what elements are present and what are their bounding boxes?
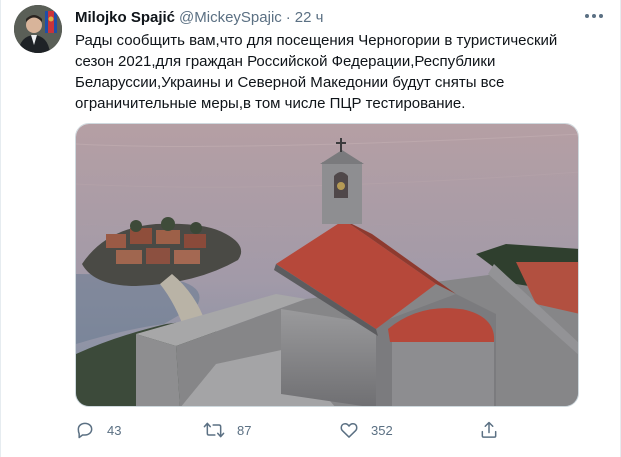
retweet-count: 87: [237, 422, 252, 438]
more-options-button[interactable]: [582, 4, 606, 28]
author-name[interactable]: Milojko Spajić: [75, 9, 175, 26]
tweet-timestamp[interactable]: 22 ч: [295, 9, 324, 26]
author-handle[interactable]: @MickeySpajic: [179, 9, 282, 26]
avatar[interactable]: [14, 5, 62, 53]
tweet-text-line: Беларуссии,Украины и Северной Македонии …: [75, 74, 505, 91]
tweet-actions: 43 87 352: [75, 418, 515, 442]
retweet-arrows-icon: [203, 422, 225, 438]
tweet-text-line: Рады сообщить вам,что для посещения Черн…: [75, 32, 558, 49]
reply-button[interactable]: 43: [75, 418, 121, 442]
like-count: 352: [371, 422, 393, 438]
heart-icon: [340, 423, 358, 438]
retweet-button[interactable]: 87: [203, 418, 251, 442]
separator-dot: ·: [285, 8, 291, 26]
tweet-card[interactable]: Milojko Spajić @MickeySpajic · 22 ч Рады…: [0, 0, 621, 457]
tweet-text-line: сезон 2021,для граждан Российской Федера…: [75, 53, 496, 70]
reply-bubble-icon: [77, 422, 93, 439]
tweet-text: Рады сообщить вам,что для посещения Черн…: [75, 30, 583, 114]
tweet-text-line: ограничительные меры,в том числе ПЦР тес…: [75, 95, 466, 112]
tweet-photo[interactable]: [75, 123, 579, 407]
like-button[interactable]: 352: [339, 418, 393, 442]
more-dots-icon: [585, 14, 603, 18]
share-upload-icon: [481, 421, 497, 438]
tweet-header: Milojko Spajić @MickeySpajic · 22 ч: [75, 7, 600, 27]
share-button[interactable]: [479, 418, 499, 442]
reply-count: 43: [107, 422, 122, 438]
